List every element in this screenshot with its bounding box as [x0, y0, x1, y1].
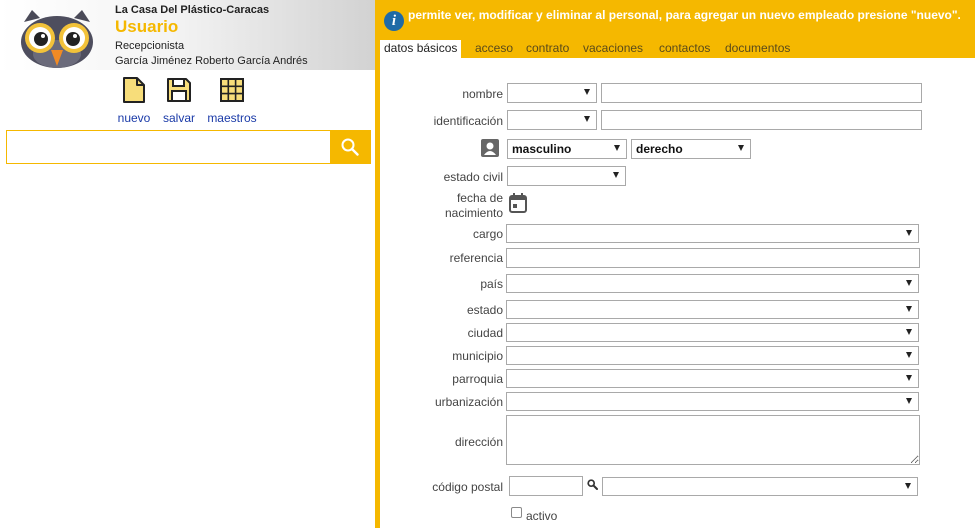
new-button-label: nuevo	[117, 111, 151, 125]
new-button[interactable]: nuevo	[114, 76, 154, 125]
estado-civil-label: estado civil	[443, 170, 503, 184]
cargo-select[interactable]	[506, 224, 919, 243]
lateralidad-value: derecho	[636, 142, 683, 156]
search-input[interactable]	[7, 131, 331, 163]
new-document-icon	[123, 77, 145, 103]
urbanizacion-label: urbanización	[434, 395, 503, 409]
tab-bar: datos básicos acceso contrato vacaciones…	[380, 40, 975, 58]
tab-acceso[interactable]: acceso	[471, 40, 517, 58]
municipio-label: municipio	[452, 349, 503, 363]
fecha-label-line1: fecha de	[456, 191, 503, 205]
fecha-label-box: fecha de nacimiento	[380, 191, 503, 223]
pais-select[interactable]	[506, 274, 919, 293]
tab-documentos[interactable]: documentos	[721, 40, 794, 58]
chevron-down-icon	[906, 375, 912, 381]
search-box	[6, 130, 371, 164]
masters-button[interactable]: maestros	[204, 76, 260, 125]
left-panel: La Casa Del Plástico-Caracas Usuario Rec…	[0, 0, 375, 528]
parroquia-select[interactable]	[506, 369, 919, 388]
user-avatar-icon[interactable]	[481, 139, 499, 157]
chevron-down-icon	[906, 352, 912, 358]
chevron-down-icon	[584, 89, 590, 95]
ciudad-label: ciudad	[467, 326, 503, 340]
codigo-postal-select[interactable]	[602, 477, 918, 496]
info-bar: i permite ver, modificar y eliminar al p…	[380, 0, 975, 40]
save-button[interactable]: salvar	[159, 76, 199, 125]
cargo-label: cargo	[472, 227, 503, 241]
lateralidad-select[interactable]: derecho	[631, 139, 751, 159]
app-header: La Casa Del Plástico-Caracas Usuario Rec…	[0, 0, 375, 70]
referencia-field[interactable]	[506, 248, 920, 268]
info-icon: i	[384, 11, 404, 31]
codigo-postal-label: código postal	[432, 480, 503, 494]
sexo-select[interactable]: masculino	[507, 139, 627, 159]
chevron-down-icon	[906, 329, 912, 335]
referencia-label: referencia	[449, 251, 503, 265]
user-role: Recepcionista	[115, 40, 185, 52]
fecha-label-line2: nacimiento	[444, 206, 503, 220]
chevron-down-icon	[738, 145, 744, 151]
chevron-down-icon	[905, 483, 911, 489]
estado-civil-select[interactable]	[507, 166, 626, 186]
chevron-down-icon	[906, 398, 912, 404]
save-button-label: salvar	[162, 111, 195, 125]
owl-logo	[21, 10, 93, 68]
tab-contrato[interactable]: contrato	[522, 40, 573, 58]
identificacion-label: identificación	[433, 114, 503, 128]
company-name: La Casa Del Plástico-Caracas	[115, 4, 270, 16]
parroquia-label: parroquia	[452, 372, 503, 386]
direccion-label: dirección	[454, 435, 503, 449]
floppy-disk-icon	[167, 78, 191, 102]
grid-icon	[220, 78, 244, 102]
page-title: Usuario	[115, 17, 179, 36]
magnifier-icon[interactable]	[587, 479, 598, 490]
chevron-down-icon	[906, 280, 912, 286]
pais-label: país	[480, 277, 503, 291]
right-panel: i permite ver, modificar y eliminar al p…	[380, 0, 975, 528]
chevron-down-icon	[906, 306, 912, 312]
calendar-icon[interactable]	[509, 193, 527, 213]
search-button[interactable]	[330, 131, 370, 163]
user-name: García Jiménez Roberto García Andrés	[115, 55, 308, 67]
search-icon	[341, 138, 359, 156]
nombre-prefix-select[interactable]	[507, 83, 597, 103]
nombre-field[interactable]	[601, 83, 922, 103]
municipio-select[interactable]	[506, 346, 919, 365]
chevron-down-icon	[906, 230, 912, 236]
chevron-down-icon	[584, 116, 590, 122]
tab-datos-basicos[interactable]: datos básicos	[380, 40, 462, 58]
codigo-postal-field[interactable]	[509, 476, 583, 496]
info-text: permite ver, modificar y eliminar al per…	[408, 8, 961, 22]
ciudad-select[interactable]	[506, 323, 919, 342]
estado-select[interactable]	[506, 300, 919, 319]
chevron-down-icon	[614, 145, 620, 151]
urbanizacion-select[interactable]	[506, 392, 919, 411]
direccion-field[interactable]	[506, 415, 920, 465]
activo-label: activo	[526, 509, 558, 523]
activo-checkbox[interactable]	[511, 507, 522, 518]
nombre-label: nombre	[462, 87, 503, 101]
tab-vacaciones[interactable]: vacaciones	[579, 40, 647, 58]
masters-button-label: maestros	[207, 111, 257, 125]
identificacion-prefix-select[interactable]	[507, 110, 597, 130]
estado-label: estado	[466, 303, 503, 317]
tab-contactos[interactable]: contactos	[655, 40, 714, 58]
chevron-down-icon	[613, 172, 619, 178]
sexo-value: masculino	[512, 142, 572, 156]
identificacion-field[interactable]	[601, 110, 922, 130]
